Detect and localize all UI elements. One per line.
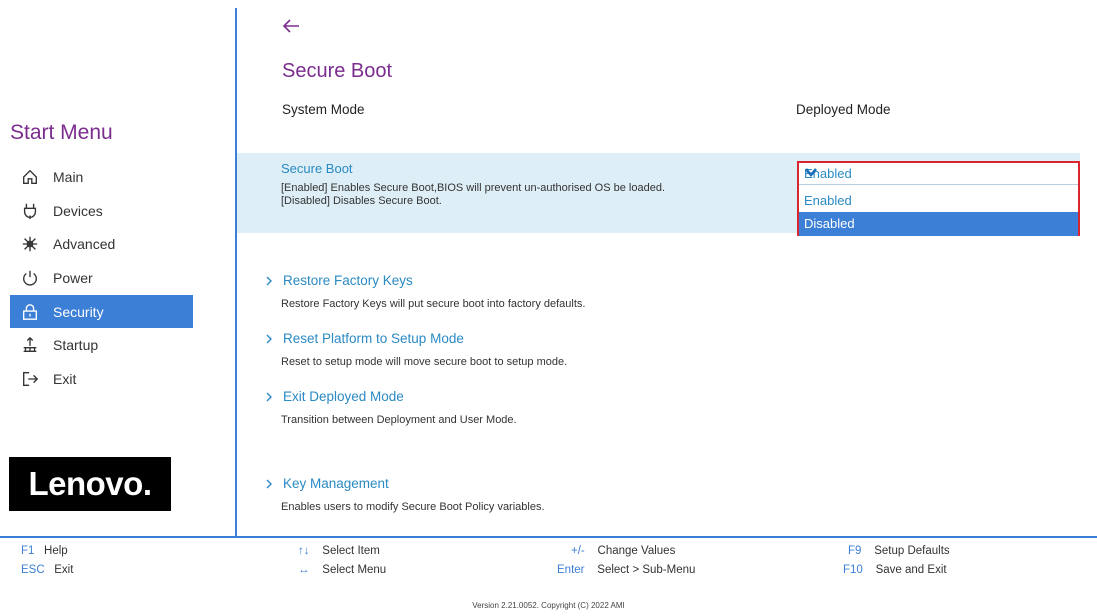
exit-deployed-mode-link[interactable]: Exit Deployed Mode xyxy=(265,389,517,404)
system-mode-label: System Mode xyxy=(282,102,365,117)
restore-factory-keys-desc: Restore Factory Keys will put secure boo… xyxy=(281,298,586,310)
sidebar-item-label: Advanced xyxy=(53,236,116,253)
footer-key-select-item: ↑↓ Select Item xyxy=(298,545,380,557)
dropdown-option-enabled[interactable]: Enabled xyxy=(799,189,1078,213)
exit-deployed-mode-label: Exit Deployed Mode xyxy=(283,389,404,404)
key-action: Help xyxy=(44,545,68,557)
key-label: F9 xyxy=(848,545,862,557)
secure-boot-label: Secure Boot xyxy=(281,161,353,176)
sidebar-item-label: Power xyxy=(53,269,93,286)
sidebar-item-label: Exit xyxy=(53,370,77,387)
sidebar-item-label: Security xyxy=(53,303,104,320)
key-label: +/- xyxy=(571,545,585,557)
startup-icon xyxy=(19,334,41,356)
chevron-right-icon xyxy=(265,334,275,344)
key-action: Select Menu xyxy=(322,564,387,576)
page-title: Secure Boot xyxy=(282,60,393,82)
chevron-right-icon xyxy=(265,392,275,402)
sidebar-item-label: Devices xyxy=(53,202,103,219)
key-label: Enter xyxy=(557,564,585,576)
key-management-link[interactable]: Key Management xyxy=(265,476,545,491)
footer-key-setup-defaults: F9 Setup Defaults xyxy=(848,545,950,557)
sidebar-menu: Main Devices Advanced Power Security Sta… xyxy=(10,160,193,396)
reset-platform-desc: Reset to setup mode will move secure boo… xyxy=(281,356,568,368)
sidebar-item-exit[interactable]: Exit xyxy=(10,362,193,396)
restore-factory-keys-link[interactable]: Restore Factory Keys xyxy=(265,273,585,288)
dropdown-current-value[interactable]: Enabled xyxy=(799,163,1078,185)
footer-key-change-values: +/- Change Values xyxy=(571,545,675,557)
footer-key-exit: ESC Exit xyxy=(21,564,73,576)
key-action: Select Item xyxy=(322,545,380,557)
key-label: ↑↓ xyxy=(298,545,310,557)
version-text: Version 2.21.0052. Copyright (C) 2022 AM… xyxy=(472,601,625,610)
key-management-desc: Enables users to modify Secure Boot Poli… xyxy=(281,501,545,513)
advanced-icon xyxy=(19,233,41,255)
footer-divider xyxy=(0,536,1097,538)
devices-icon xyxy=(19,200,41,222)
security-icon xyxy=(19,301,41,323)
secure-boot-desc-enabled: [Enabled] Enables Secure Boot,BIOS will … xyxy=(281,182,666,194)
dropdown-option-label: Enabled xyxy=(804,193,852,208)
home-icon xyxy=(19,166,41,188)
restore-factory-keys-item: Restore Factory Keys Restore Factory Key… xyxy=(265,273,585,310)
key-action: Setup Defaults xyxy=(874,545,950,557)
system-mode-value: Deployed Mode xyxy=(796,102,891,117)
exit-deployed-mode-item: Exit Deployed Mode Transition between De… xyxy=(265,389,517,426)
chevron-down-icon xyxy=(804,166,818,178)
lenovo-logo: Lenovo. xyxy=(9,457,171,511)
dropdown-option-disabled[interactable]: Disabled xyxy=(799,212,1078,236)
back-arrow-icon[interactable] xyxy=(281,16,303,38)
footer-key-select-menu: ↔ Select Menu xyxy=(298,564,386,576)
reset-platform-label: Reset Platform to Setup Mode xyxy=(283,331,464,346)
sidebar-item-label: Main xyxy=(53,168,84,185)
sidebar-item-advanced[interactable]: Advanced xyxy=(10,227,193,261)
dropdown-option-label: Disabled xyxy=(804,216,855,231)
sidebar-item-main[interactable]: Main xyxy=(10,160,193,194)
vertical-divider xyxy=(235,8,237,536)
secure-boot-dropdown[interactable]: Enabled Enabled Disabled xyxy=(797,161,1080,236)
key-management-label: Key Management xyxy=(283,476,389,491)
footer-key-select-submenu: Enter Select > Sub-Menu xyxy=(557,564,695,576)
chevron-right-icon xyxy=(265,276,275,286)
sidebar: Start Menu Main Devices Advanced Power S… xyxy=(0,0,236,536)
exit-deployed-mode-desc: Transition between Deployment and User M… xyxy=(281,414,517,426)
key-action: Select > Sub-Menu xyxy=(597,564,696,576)
reset-platform-link[interactable]: Reset Platform to Setup Mode xyxy=(265,331,567,346)
sidebar-item-devices[interactable]: Devices xyxy=(10,194,193,228)
exit-icon xyxy=(19,368,41,390)
chevron-right-icon xyxy=(265,479,275,489)
footer-key-help: F1 Help xyxy=(21,545,68,557)
sidebar-item-startup[interactable]: Startup xyxy=(10,328,193,362)
reset-platform-item: Reset Platform to Setup Mode Reset to se… xyxy=(265,331,567,368)
key-label: ↔ xyxy=(298,564,310,576)
sidebar-item-label: Startup xyxy=(53,337,99,354)
key-action: Change Values xyxy=(597,545,676,557)
secure-boot-description: [Enabled] Enables Secure Boot,BIOS will … xyxy=(281,182,711,208)
key-action: Save and Exit xyxy=(875,564,947,576)
key-label: ESC xyxy=(21,564,45,576)
restore-factory-keys-label: Restore Factory Keys xyxy=(283,273,413,288)
sidebar-item-security[interactable]: Security xyxy=(10,294,193,329)
key-label: F1 xyxy=(21,545,35,557)
key-action: Exit xyxy=(54,564,74,576)
start-menu-title: Start Menu xyxy=(10,121,113,144)
key-label: F10 xyxy=(843,564,863,576)
secure-boot-desc-disabled: [Disabled] Disables Secure Boot. xyxy=(281,195,442,207)
footer-key-save-exit: F10 Save and Exit xyxy=(843,564,947,576)
key-management-item: Key Management Enables users to modify S… xyxy=(265,476,545,513)
power-icon xyxy=(19,267,41,289)
sidebar-item-power[interactable]: Power xyxy=(10,261,193,295)
